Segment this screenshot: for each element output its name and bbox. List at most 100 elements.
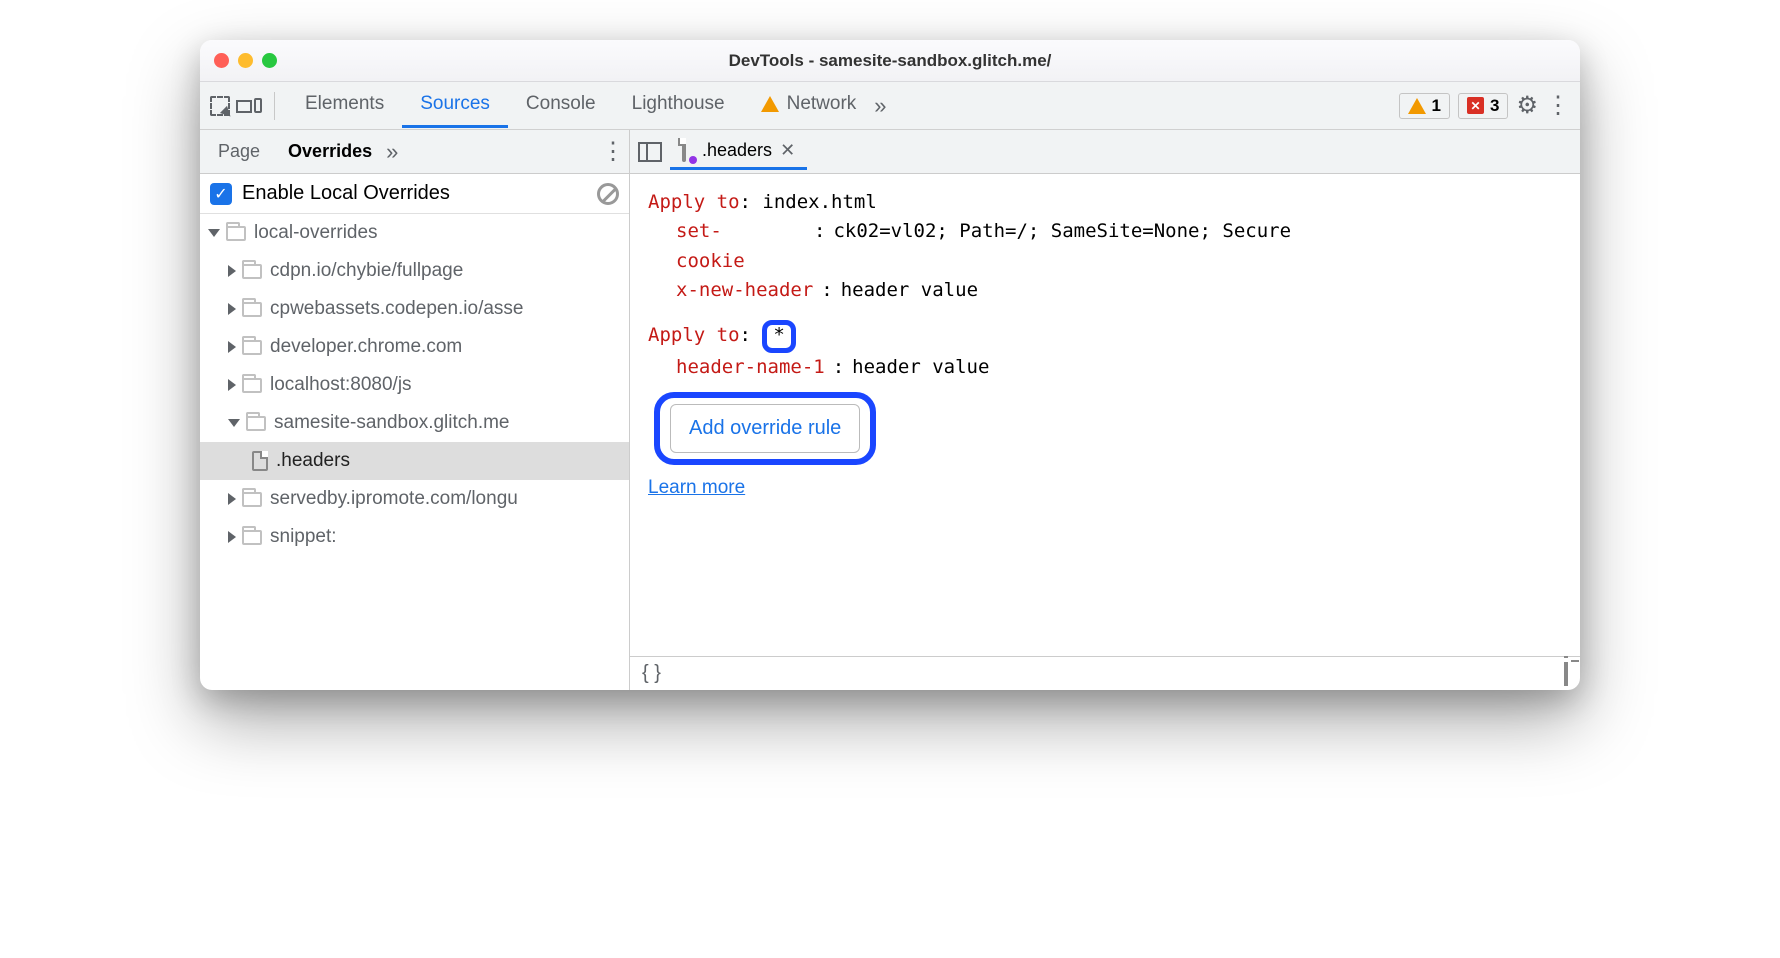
tree-file-selected[interactable]: .headers	[200, 442, 629, 480]
tree-label: cdpn.io/chybie/fullpage	[270, 260, 463, 282]
header-value[interactable]: header value	[841, 276, 978, 305]
disclosure-triangle-icon[interactable]	[228, 265, 236, 277]
folder-icon	[242, 264, 262, 279]
warning-count: 1	[1432, 96, 1441, 116]
tree-label: samesite-sandbox.glitch.me	[274, 412, 510, 434]
error-count: 3	[1490, 96, 1499, 116]
more-tabs-button[interactable]	[874, 93, 886, 119]
folder-icon	[242, 378, 262, 393]
inspect-icon[interactable]	[210, 96, 230, 116]
add-rule-highlight: Add override rule	[654, 392, 876, 465]
navigator-menu-icon[interactable]	[601, 137, 625, 166]
pretty-print-icon[interactable]: { }	[642, 662, 661, 685]
tree-folder[interactable]: localhost:8080/js	[200, 366, 629, 404]
toolbar-right: 1 ✕ 3 ⚙	[1399, 91, 1570, 120]
enable-overrides-checkbox[interactable]: ✓	[210, 183, 232, 205]
close-window-button[interactable]	[214, 53, 229, 68]
tab-network[interactable]: Network	[743, 83, 875, 128]
toolbar-separator	[274, 92, 275, 120]
tree-folder[interactable]: developer.chrome.com	[200, 328, 629, 366]
tree-file-label: .headers	[276, 450, 350, 472]
enable-overrides-label: Enable Local Overrides	[242, 182, 450, 205]
error-badge[interactable]: ✕ 3	[1458, 93, 1508, 119]
drawer-toggle-icon[interactable]	[1564, 662, 1568, 685]
file-icon-wrapper	[682, 140, 694, 161]
headers-editor[interactable]: Apply to: index.html set-cookie : ck02=v…	[630, 174, 1580, 656]
editor-statusbar: { }	[630, 656, 1580, 690]
apply-to-value-highlighted[interactable]: *	[762, 320, 795, 353]
rule-block: Apply to: *	[648, 320, 1562, 353]
navigator-tab-page[interactable]: Page	[204, 133, 274, 170]
tree-label: localhost:8080/js	[270, 374, 412, 396]
tree-folder[interactable]: snippet:	[200, 518, 629, 556]
file-icon	[682, 138, 686, 162]
kebab-menu-icon[interactable]	[1546, 91, 1570, 120]
folder-icon	[242, 302, 262, 317]
window-controls	[214, 53, 277, 68]
disclosure-triangle-icon[interactable]	[228, 493, 236, 505]
header-value[interactable]: ck02=vl02; Path=/; SameSite=None; Secure	[833, 217, 1291, 246]
devtools-window: DevTools - samesite-sandbox.glitch.me/ E…	[200, 40, 1580, 690]
window-title: DevTools - samesite-sandbox.glitch.me/	[200, 51, 1580, 71]
editor-tabs: .headers ✕	[630, 130, 1580, 174]
folder-icon	[246, 416, 266, 431]
minimize-window-button[interactable]	[238, 53, 253, 68]
tree-root-label: local-overrides	[254, 222, 378, 244]
tree-folder[interactable]: cpwebassets.codepen.io/asse	[200, 290, 629, 328]
disclosure-triangle-icon[interactable]	[228, 341, 236, 353]
apply-to-keyword: Apply to	[648, 191, 740, 213]
warning-icon	[761, 96, 779, 112]
tree-label: developer.chrome.com	[270, 336, 462, 358]
tree-label: snippet:	[270, 526, 337, 548]
header-name[interactable]: x-new-header	[676, 276, 813, 305]
error-icon: ✕	[1467, 97, 1484, 114]
header-row[interactable]: set-cookie : ck02=vl02; Path=/; SameSite…	[676, 217, 1562, 276]
header-row[interactable]: x-new-header: header value	[676, 276, 1562, 305]
tree-root[interactable]: local-overrides	[200, 214, 629, 252]
learn-more-link[interactable]: Learn more	[648, 473, 745, 502]
header-name[interactable]: header-name-1	[676, 353, 825, 382]
header-value[interactable]: header value	[852, 353, 989, 382]
folder-icon	[242, 530, 262, 545]
folder-icon	[242, 492, 262, 507]
warning-badge[interactable]: 1	[1399, 93, 1450, 119]
tree-folder[interactable]: samesite-sandbox.glitch.me	[200, 404, 629, 442]
titlebar: DevTools - samesite-sandbox.glitch.me/	[200, 40, 1580, 82]
header-name[interactable]: set-cookie	[676, 217, 806, 276]
panel-tabs: Elements Sources Console Lighthouse Netw…	[287, 83, 1393, 128]
disclosure-triangle-icon[interactable]	[228, 531, 236, 543]
tab-lighthouse[interactable]: Lighthouse	[614, 83, 743, 128]
toggle-navigator-icon[interactable]	[638, 142, 662, 162]
settings-icon[interactable]: ⚙	[1516, 91, 1538, 120]
disclosure-triangle-icon[interactable]	[228, 379, 236, 391]
clear-overrides-icon[interactable]	[597, 183, 619, 205]
editor-tab-label: .headers	[702, 140, 772, 161]
tree-folder[interactable]: cdpn.io/chybie/fullpage	[200, 252, 629, 290]
navigator-tab-overrides[interactable]: Overrides	[274, 133, 386, 170]
rule-block: Apply to: index.html	[648, 188, 1562, 217]
enable-overrides-row: ✓ Enable Local Overrides	[200, 174, 629, 214]
file-icon	[252, 451, 268, 471]
header-row[interactable]: header-name-1: header value	[676, 353, 1562, 382]
disclosure-triangle-icon[interactable]	[228, 419, 240, 427]
modified-dot-icon	[689, 156, 697, 164]
folder-icon	[242, 340, 262, 355]
disclosure-triangle-icon[interactable]	[228, 303, 236, 315]
warning-icon	[1408, 98, 1426, 114]
tab-console[interactable]: Console	[508, 83, 614, 128]
disclosure-triangle-icon[interactable]	[208, 229, 220, 237]
editor-tab-headers[interactable]: .headers ✕	[670, 134, 807, 170]
tab-sources[interactable]: Sources	[402, 83, 508, 128]
overrides-tree: local-overrides cdpn.io/chybie/fullpage …	[200, 214, 629, 690]
colon: :	[814, 217, 825, 246]
zoom-window-button[interactable]	[262, 53, 277, 68]
main-toolbar: Elements Sources Console Lighthouse Netw…	[200, 82, 1580, 130]
tree-folder[interactable]: servedby.ipromote.com/longu	[200, 480, 629, 518]
apply-to-value[interactable]: index.html	[762, 191, 876, 213]
tab-elements[interactable]: Elements	[287, 83, 402, 128]
close-tab-icon[interactable]: ✕	[780, 140, 795, 161]
add-override-rule-button[interactable]: Add override rule	[670, 404, 860, 453]
device-toggle-icon[interactable]	[236, 98, 262, 113]
navigator-more-tabs[interactable]	[386, 139, 398, 165]
folder-icon	[226, 226, 246, 241]
